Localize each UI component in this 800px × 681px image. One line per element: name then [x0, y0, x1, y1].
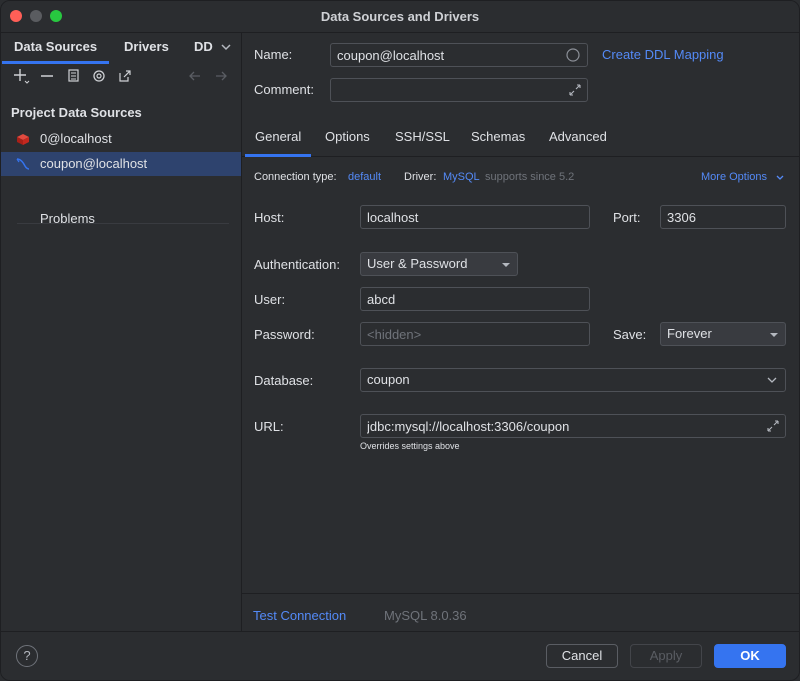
driver-label: Driver:	[404, 171, 437, 183]
remove-icon[interactable]	[38, 67, 56, 85]
host-label: Host:	[254, 210, 285, 225]
authentication-dropdown[interactable]: User & Password	[360, 252, 518, 276]
driver-link[interactable]: MySQL	[443, 171, 480, 183]
tab-ssh-ssl[interactable]: SSH/SSL	[395, 129, 450, 144]
port-label: Port:	[613, 210, 641, 225]
chevron-down-icon[interactable]	[219, 40, 233, 54]
redis-icon	[17, 134, 29, 145]
dialog-button-bar: ? Cancel Apply OK	[1, 631, 799, 680]
comment-input[interactable]	[330, 78, 588, 102]
cancel-button[interactable]: Cancel	[546, 644, 618, 668]
test-connection-link[interactable]: Test Connection	[253, 608, 346, 623]
driver-note: supports since 5.2	[485, 171, 575, 183]
database-label: Database:	[254, 373, 314, 388]
project-data-sources-heading: Project Data Sources	[11, 105, 142, 120]
save-value: Forever	[667, 326, 712, 341]
url-note: Overrides settings above	[360, 441, 460, 451]
left-toolbar	[1, 67, 241, 89]
color-circle-icon[interactable]	[566, 48, 580, 62]
left-tabs: Data Sources Drivers DD	[1, 33, 241, 64]
left-panel: Data Sources Drivers DD Project Data Sou…	[1, 33, 242, 631]
expand-icon[interactable]	[569, 84, 581, 96]
duplicate-icon[interactable]	[64, 67, 82, 85]
chevron-down-icon	[767, 377, 777, 383]
ok-button[interactable]: OK	[714, 644, 786, 668]
open-external-icon[interactable]	[116, 67, 134, 85]
forward-arrow-icon[interactable]	[212, 67, 230, 85]
data-source-label: coupon@localhost	[40, 156, 148, 171]
tab-drivers[interactable]: Drivers	[124, 39, 169, 54]
password-label: Password:	[254, 327, 315, 342]
create-ddl-mapping-link[interactable]: Create DDL Mapping	[602, 47, 724, 62]
comment-label: Comment:	[254, 82, 314, 97]
more-options-link[interactable]: More Options	[701, 171, 767, 183]
database-combobox[interactable]: coupon	[360, 368, 786, 392]
tab-ddl[interactable]: DD	[194, 39, 213, 54]
help-button[interactable]: ?	[16, 645, 38, 667]
database-value: coupon	[367, 372, 410, 387]
password-input[interactable]	[360, 322, 590, 346]
expand-icon[interactable]	[767, 420, 779, 432]
save-dropdown[interactable]: Forever	[660, 322, 786, 346]
divider	[242, 593, 799, 594]
port-input[interactable]	[660, 205, 786, 229]
mysql-version-text: MySQL 8.0.36	[384, 608, 467, 623]
problems-item[interactable]: Problems	[40, 211, 95, 226]
gear-icon[interactable]	[90, 67, 108, 85]
connection-type-label: Connection type:	[254, 171, 337, 183]
tab-general[interactable]: General	[244, 129, 312, 157]
host-input[interactable]	[360, 205, 590, 229]
connection-type-link[interactable]: default	[348, 171, 381, 183]
apply-button[interactable]: Apply	[630, 644, 702, 668]
name-input[interactable]	[330, 43, 588, 67]
tab-schemas[interactable]: Schemas	[471, 129, 525, 144]
tab-advanced[interactable]: Advanced	[549, 129, 607, 144]
back-arrow-icon[interactable]	[186, 67, 204, 85]
tab-data-sources[interactable]: Data Sources	[1, 39, 110, 64]
dropdown-arrow-icon	[770, 333, 778, 337]
right-panel: Name: Create DDL Mapping Comment: Genera…	[242, 33, 799, 631]
authentication-label: Authentication:	[254, 257, 341, 272]
dropdown-arrow-icon	[502, 263, 510, 267]
settings-tabs: General Options SSH/SSL Schemas Advanced	[242, 121, 799, 157]
save-label: Save:	[613, 327, 647, 342]
data-source-item-coupon-localhost[interactable]: coupon@localhost	[1, 152, 241, 176]
user-label: User:	[254, 292, 286, 307]
data-source-label: 0@localhost	[40, 131, 112, 146]
data-source-item-0-localhost[interactable]: 0@localhost	[1, 127, 241, 151]
authentication-value: User & Password	[367, 256, 468, 271]
tab-options[interactable]: Options	[325, 129, 370, 144]
name-label: Name:	[254, 47, 293, 62]
title-bar: Data Sources and Drivers	[1, 1, 799, 33]
chevron-down-icon[interactable]	[775, 173, 785, 183]
url-label: URL:	[254, 419, 284, 434]
user-input[interactable]	[360, 287, 590, 311]
url-input[interactable]	[360, 414, 786, 438]
window-title: Data Sources and Drivers	[320, 9, 480, 24]
mysql-dolphin-icon	[16, 158, 30, 170]
dialog-window: Data Sources and Drivers Data Sources Dr…	[0, 0, 800, 681]
add-icon[interactable]	[12, 67, 30, 85]
